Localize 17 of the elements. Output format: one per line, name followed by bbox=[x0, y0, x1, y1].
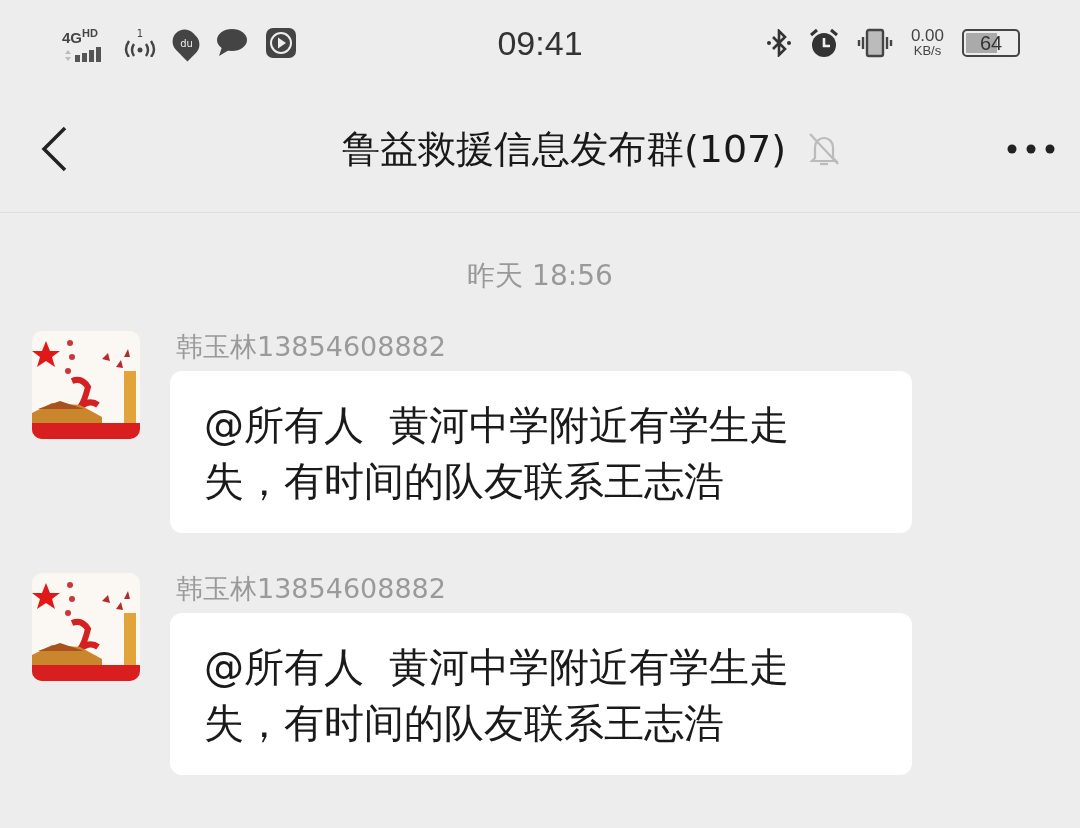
back-button[interactable] bbox=[40, 126, 68, 172]
vibrate-icon bbox=[856, 28, 893, 58]
message-bubble: @所有人 黄河中学附近有学生走失，有时间的队友联系王志浩 bbox=[170, 613, 912, 775]
play-icon bbox=[266, 28, 296, 58]
sender-name: 韩玉林13854608882 bbox=[176, 572, 446, 606]
sender-name: 韩玉林13854608882 bbox=[176, 330, 446, 364]
bluetooth-icon bbox=[766, 29, 791, 57]
network-label: 4G$^{HD}$ bbox=[62, 25, 99, 46]
message-timestamp: 昨天 18:56 bbox=[467, 258, 613, 294]
clock-time: 09:41 bbox=[497, 23, 583, 63]
speed-value: 0.00 bbox=[910, 28, 944, 43]
chat-bubble-icon bbox=[216, 28, 248, 58]
alarm-clock-icon bbox=[808, 28, 839, 58]
speed-unit: KB/s bbox=[913, 43, 942, 58]
chat-title: 鲁益救援信息发布群(107) bbox=[341, 125, 787, 173]
message-bubble: @所有人 黄河中学附近有学生走失，有时间的队友联系王志浩 bbox=[170, 371, 912, 533]
more-options-button[interactable] bbox=[1006, 143, 1056, 155]
